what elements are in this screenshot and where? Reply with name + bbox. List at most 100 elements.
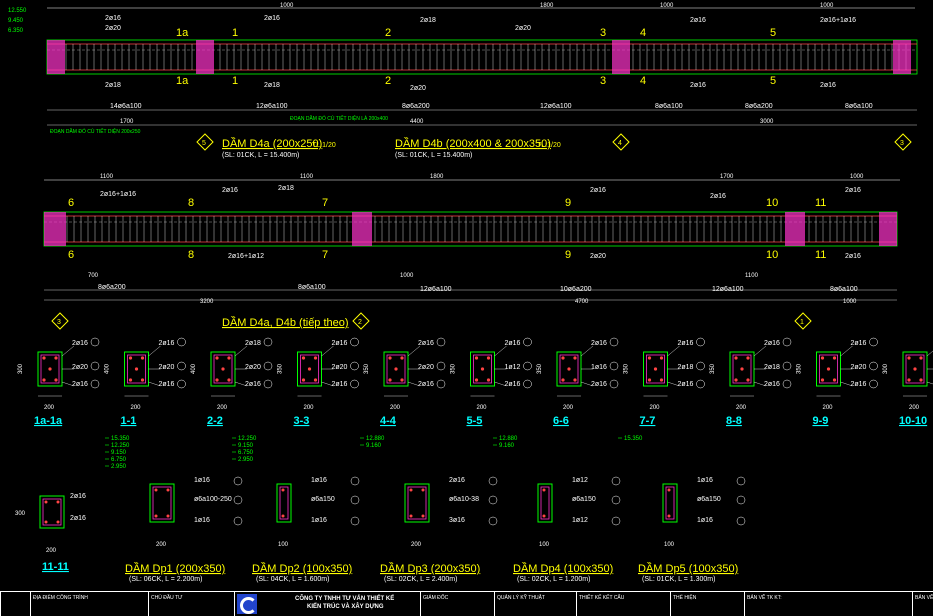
bubble (736, 476, 746, 486)
dp-title: DẦM Dp2 (100x350) (252, 562, 352, 575)
section-mark: 11 (815, 249, 826, 261)
dp-bot-rebar: 1ø16 (697, 517, 713, 524)
rebar-dot (474, 356, 479, 360)
elevation-tags: 12.550 9.450 6.350 (8, 8, 27, 34)
section-1a-1a: 2ø16 2ø20 2ø16 300 200 1a-1a (18, 337, 100, 427)
section-mark: 1 (232, 75, 238, 87)
section-height: 400 (191, 363, 197, 374)
axis-bubble-4: 4 (612, 133, 630, 151)
svg-text:3: 3 (900, 140, 904, 147)
beam1-bottom-dim: 1700 (120, 119, 134, 125)
section-mid-rebar: 2ø18 (764, 364, 780, 371)
tb-chief-design: THIẾT KẾ KẾT CẤU (576, 592, 670, 616)
rebar-label: 2ø20 (410, 85, 426, 92)
bubble (782, 379, 792, 389)
section-top-rebar: 2ø16 (72, 340, 88, 347)
rebar-dot (42, 378, 46, 382)
rebar-dot (134, 367, 139, 371)
bubble (523, 379, 532, 389)
stirrup-label: 8ø6a100 (655, 103, 683, 110)
rebar-dot (659, 356, 664, 360)
section-name: 7-7 (640, 415, 656, 427)
rebar-dot (128, 356, 133, 360)
rebar-label: 2ø20 (105, 25, 121, 32)
rebar-dot (215, 378, 219, 382)
section-mark: 1a (176, 27, 189, 39)
section-height: 350 (537, 363, 543, 374)
bubble (869, 337, 878, 347)
beam1-title2: DẦM D4b (200x400 & 200x350) (395, 137, 551, 150)
sec11-bot: 2ø16 (70, 515, 86, 522)
bubble (350, 337, 359, 347)
section-6-6: 2ø16 1ø16 2ø16 350 200 6-6 (537, 337, 619, 427)
bubble (177, 337, 186, 347)
dp-stirrup: ø6a150 (697, 496, 721, 503)
company-line1: CÔNG TY TNHH TƯ VẤN THIẾT KẾ (295, 596, 395, 602)
section-mark: 9 (565, 197, 571, 209)
section-name: 9-9 (813, 415, 829, 427)
section-width: 200 (390, 405, 401, 411)
beam2-bottom-dim: 4700 (575, 299, 589, 305)
section-2-2: 2ø18 2ø20 2ø16 400 200 2-2 (191, 337, 273, 427)
rebar-dot (140, 378, 145, 382)
dp-bot-rebar: 3ø16 (449, 517, 465, 524)
section-top-rebar: 2ø16 (678, 340, 694, 347)
section-height: 350 (364, 363, 370, 374)
section-top-rebar: 2ø16 (764, 340, 780, 347)
rebar-dot (561, 378, 565, 382)
bubble (263, 361, 273, 371)
section-bot-rebar: 2ø16 (418, 381, 434, 388)
section-top-rebar: 2ø16 (591, 340, 607, 347)
rebar-label: 2ø18 (278, 185, 294, 192)
rebar-dot (140, 356, 145, 360)
section-mid-rebar: 2ø20 (418, 364, 434, 371)
bubble (350, 516, 360, 526)
svg-text:3: 3 (57, 319, 61, 326)
rebar-label: 2ø18 (105, 82, 121, 89)
dp-width: 100 (539, 542, 550, 548)
section-mark: 5 (770, 27, 776, 39)
bubble (436, 379, 446, 389)
rebar-dot (301, 356, 306, 360)
dp-level: 12.250 (111, 443, 130, 449)
section-name: 6-6 (553, 415, 569, 427)
section-mark: 2 (385, 75, 391, 87)
section-name: 4-4 (380, 415, 397, 427)
company-logo (237, 594, 257, 614)
company-line2: KIẾN TRÚC VÀ XÂY DỰNG (307, 604, 384, 610)
rebar-dot (307, 367, 312, 371)
cad-drawing-canvas: 12.550 9.450 6.350 1000 1800 1000 1000 1… (8, 3, 933, 583)
dp-bot-rebar: 1ø16 (194, 517, 210, 524)
section-mark: 9 (565, 249, 571, 261)
section-width: 200 (563, 405, 574, 411)
axis-bubble-3: 3 (894, 133, 912, 151)
tb-executor: THỂ HIỆN (670, 592, 744, 616)
beam1-note-mid: ĐOẠN DẦM ĐỔ CÙ TIẾT DIỆN LÀ 200x400 (290, 114, 388, 122)
section-mark: 8 (188, 249, 194, 261)
section-mid-rebar: 2ø20 (332, 364, 348, 371)
rebar-dot (313, 356, 318, 360)
beam1-elevation: 1000 1800 1000 1000 1a 1a 1 1 2 2 3 3 4 … (46, 3, 918, 159)
tb-tech-manager: QUẢN LÝ KỸ THUẬT (494, 592, 576, 616)
section-9-9: 2ø16 2ø20 2ø16 350 200 9-9 (797, 337, 878, 427)
rebar-dot (919, 378, 923, 382)
dp-level: 9.150 (111, 450, 127, 456)
bubble (350, 495, 360, 505)
section-mark: 1a (176, 75, 189, 87)
section-name: 5-5 (467, 415, 483, 427)
rebar-dot (301, 378, 306, 382)
section-mark: 6 (68, 197, 74, 209)
bubble (90, 379, 100, 389)
stirrup-label: 12ø6a100 (420, 286, 452, 293)
section-mid-rebar: 2ø20 (159, 364, 175, 371)
dp-width: 100 (278, 542, 289, 548)
rebar-dot (42, 356, 46, 360)
tb-drawing-name: BẢN VẼ TK KT: (744, 592, 912, 616)
beam2-title: DẦM D4a, D4b (tiếp theo) (222, 316, 349, 329)
bubble (736, 516, 746, 526)
axis-bubble-5: 5 (196, 133, 214, 151)
section-width: 200 (909, 405, 920, 411)
section-bot-rebar: 2ø16 (678, 381, 694, 388)
rebar-dot (913, 367, 917, 371)
rebar-dot (573, 356, 577, 360)
